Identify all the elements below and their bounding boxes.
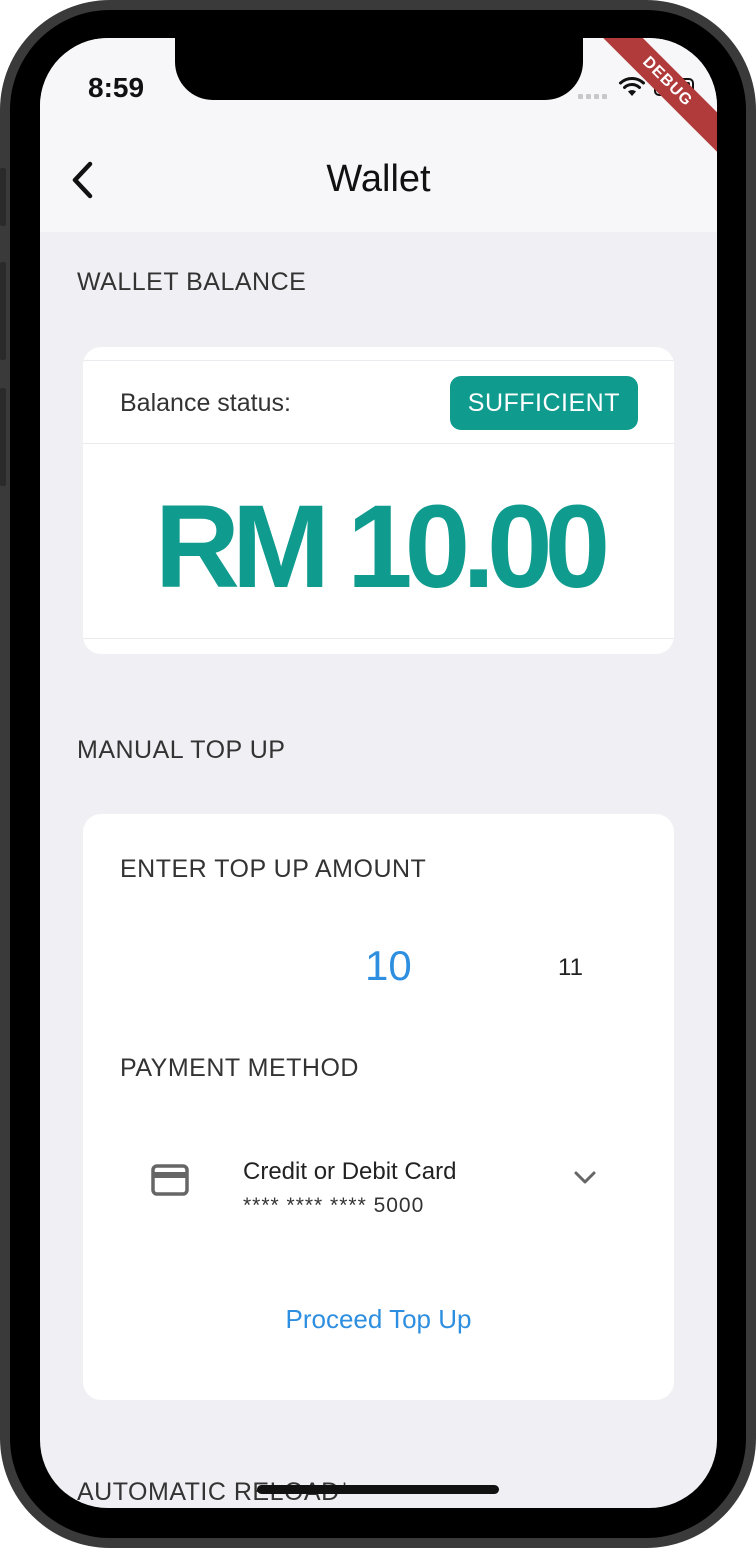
- wifi-icon: [618, 76, 646, 103]
- status-badge: SUFFICIENT: [449, 376, 638, 430]
- cellular-signal-icon: [578, 94, 607, 99]
- masked-card-number: **** **** **** 5000: [243, 1194, 425, 1217]
- screen: 8:59 DEBUG Wallet WALLET BALANCE Balance…: [40, 38, 717, 1508]
- divider: [83, 443, 674, 444]
- payment-method-title: Credit or Debit Card: [243, 1158, 457, 1185]
- volume-down-button: [0, 388, 6, 486]
- picker-next-value[interactable]: 11: [558, 954, 583, 982]
- manual-top-up-card: ENTER TOP UP AMOUNT 10 11 PAYMENT METHOD…: [83, 814, 674, 1400]
- notch: [175, 38, 583, 100]
- chevron-down-icon[interactable]: [573, 1170, 597, 1191]
- mute-switch: [0, 168, 6, 226]
- picker-selected-value[interactable]: 10: [365, 942, 412, 990]
- page-title: Wallet: [326, 158, 431, 200]
- navigation-bar: Wallet: [40, 128, 717, 232]
- proceed-top-up-button[interactable]: Proceed Top Up: [83, 1304, 674, 1335]
- status-time: 8:59: [88, 72, 145, 103]
- payment-method-selector[interactable]: Credit or Debit Card **** **** **** 5000: [83, 1140, 674, 1250]
- wallet-balance-header: WALLET BALANCE: [77, 268, 307, 296]
- divider: [83, 638, 674, 639]
- wallet-balance-card: Balance status: SUFFICIENT RM 10.00: [83, 347, 674, 654]
- divider: [83, 360, 674, 361]
- top-up-amount-label: ENTER TOP UP AMOUNT: [120, 855, 427, 883]
- volume-up-button: [0, 262, 6, 360]
- balance-amount: RM 10.00: [154, 481, 611, 613]
- home-indicator[interactable]: [257, 1485, 499, 1494]
- credit-card-icon: [151, 1164, 189, 1201]
- phone-device-frame: 8:59 DEBUG Wallet WALLET BALANCE Balance…: [0, 0, 756, 1548]
- manual-top-up-header: MANUAL TOP UP: [77, 736, 286, 764]
- payment-method-label: PAYMENT METHOD: [120, 1054, 359, 1082]
- balance-status-label: Balance status:: [120, 389, 291, 417]
